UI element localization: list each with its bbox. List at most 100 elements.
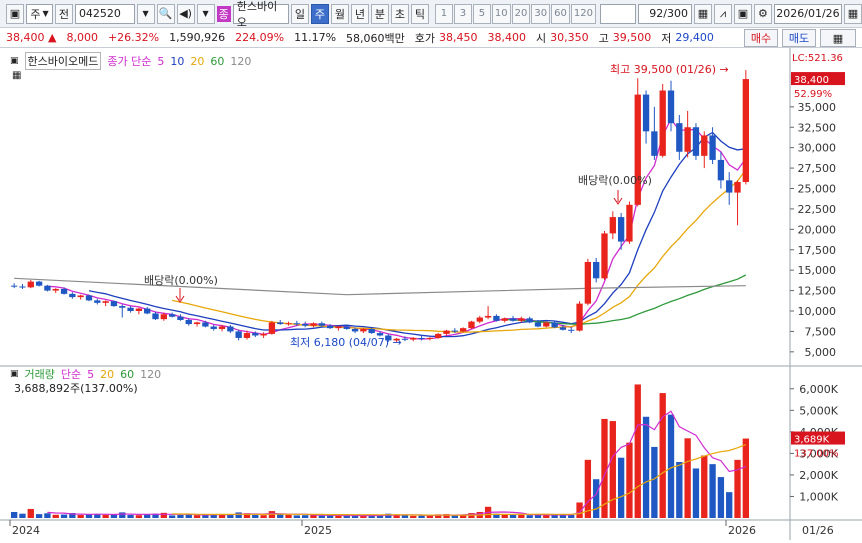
volume-bar (135, 515, 143, 518)
dividend-annotation-2: 배당락(0.00%) (578, 174, 652, 187)
interval-button-5[interactable]: 5 (472, 3, 491, 24)
sell-button[interactable]: 매도 (782, 29, 816, 47)
candle-body (85, 295, 93, 301)
price-panel-icon: ▣ (10, 56, 19, 66)
volume-bar (168, 515, 176, 518)
chart-area: 35,000 32,500 30,000 27,500 25,000 22,500 20,0… (0, 48, 862, 540)
price-tick-label: 22,500 (798, 203, 837, 216)
volume-bar (277, 514, 284, 518)
price-tick-label: 25,000 (798, 183, 837, 196)
candle-body (318, 323, 325, 326)
hoga-label: 호가 (414, 31, 436, 45)
stock-name: 한스바이오 (236, 0, 278, 29)
volume-bar (27, 508, 34, 518)
candle-body (326, 325, 334, 329)
candle-body (144, 308, 151, 314)
volume-tick-label: 1,000K (799, 490, 838, 503)
candle-body (410, 337, 417, 340)
candle-body (302, 324, 309, 326)
candle-body (626, 204, 633, 242)
price-tick-label: 15,000 (798, 264, 837, 277)
interval-button-3[interactable]: 3 (453, 3, 472, 24)
candle-body (742, 79, 750, 182)
candle-body (443, 330, 450, 334)
period-button-1[interactable]: 주 (310, 3, 329, 24)
price-tick-label: 27,500 (798, 162, 837, 175)
volume-bar (526, 515, 533, 518)
price-tick-label: 17,500 (798, 244, 837, 257)
price-ma-label: 종가 단순 (107, 55, 152, 68)
interval-button-1[interactable]: 1 (434, 3, 453, 24)
candle-body (484, 315, 492, 318)
period-button-3[interactable]: 년 (350, 3, 369, 24)
volume-bar (52, 514, 59, 518)
interval-button-10[interactable]: 10 (491, 3, 511, 24)
quote-bar: 38,400 ▲ 8,000 +26.32% 1,590,926 224.09%… (0, 28, 862, 48)
blank-select[interactable] (599, 3, 636, 24)
candle-body (676, 123, 683, 152)
interval-button-60[interactable]: 60 (551, 3, 570, 24)
amount-value: 58,060백만 (346, 31, 405, 45)
period-button-2[interactable]: 월 (330, 3, 349, 24)
volume-bar (177, 514, 184, 518)
code-input[interactable]: 042520 (74, 3, 135, 24)
candle-body (343, 326, 350, 329)
volume-bar (684, 438, 691, 518)
more-button[interactable]: ▦ (820, 29, 856, 47)
period-button-4[interactable]: 분 (370, 3, 389, 24)
interval-button-120[interactable]: 120 (570, 3, 596, 24)
calendar-icon[interactable]: ▦ (843, 3, 862, 24)
interval-button-30[interactable]: 30 (531, 3, 551, 24)
candle-body (227, 326, 234, 332)
turnover-rate: 11.17% (294, 31, 337, 44)
code-dropdown-icon[interactable]: ▼ (136, 3, 155, 24)
window-menu-icon[interactable]: ▣ (6, 3, 24, 24)
volume-bar (19, 513, 26, 518)
lc-label: LC:521.36 (792, 53, 843, 64)
volume-bar (144, 514, 151, 518)
candle-body (501, 318, 508, 321)
gear-icon[interactable]: ⚙ (753, 3, 772, 24)
save-icon[interactable]: ▣ (733, 3, 752, 24)
volume-bar (651, 446, 658, 518)
candle-body (218, 326, 226, 329)
type-select[interactable]: 주 ▼ (26, 3, 53, 24)
chart-tool-icon[interactable]: ⩘ (713, 3, 732, 24)
chart-background (0, 48, 862, 540)
ma-10-label: 10 (170, 54, 185, 68)
grid-icon[interactable]: ▦ (693, 3, 712, 24)
buy-button[interactable]: 매수 (744, 29, 778, 47)
price-tick-label: 32,500 (798, 121, 837, 134)
candle-body (35, 281, 43, 286)
high-price: 39,500 (612, 31, 652, 44)
count-field[interactable]: 92/300 (637, 3, 692, 24)
speaker-dropdown-icon[interactable]: ▼ (196, 3, 215, 24)
candle-body (351, 328, 359, 332)
search-icon[interactable]: 🔍 (156, 3, 175, 24)
candle-body (543, 322, 550, 327)
volume-bar (235, 512, 242, 518)
candle-body (534, 322, 542, 327)
vol-ma-120-label: 120 (140, 367, 162, 381)
interval-button-20[interactable]: 20 (511, 3, 531, 24)
price-tick-label: 35,000 (798, 101, 837, 114)
prev-button[interactable]: 전 (54, 3, 73, 24)
speaker-icon[interactable]: ◀) (176, 3, 195, 24)
period-button-0[interactable]: 일 (290, 3, 309, 24)
date-field[interactable]: 2026/01/26 (773, 3, 842, 24)
period-group: 일주월년분초틱 (290, 3, 429, 24)
grid-toggle-icon[interactable]: ▦ (12, 70, 21, 81)
price-panel-title: 한스바이오메드 (24, 52, 102, 70)
chevron-down-icon: ▼ (42, 9, 49, 18)
period-button-5[interactable]: 초 (390, 3, 409, 24)
candle-body (360, 328, 367, 332)
candle-body (642, 94, 650, 132)
period-button-6[interactable]: 틱 (410, 3, 429, 24)
price-tick-label: 7,500 (805, 325, 837, 338)
volume-bar (127, 514, 134, 518)
candle-body (451, 330, 458, 332)
chart-svg[interactable]: 35,000 32,500 30,000 27,500 25,000 22,500 20,0… (0, 48, 862, 540)
stock-name-field: 한스바이오 (232, 0, 289, 29)
candle-body (518, 318, 525, 321)
candle-body (60, 288, 68, 294)
